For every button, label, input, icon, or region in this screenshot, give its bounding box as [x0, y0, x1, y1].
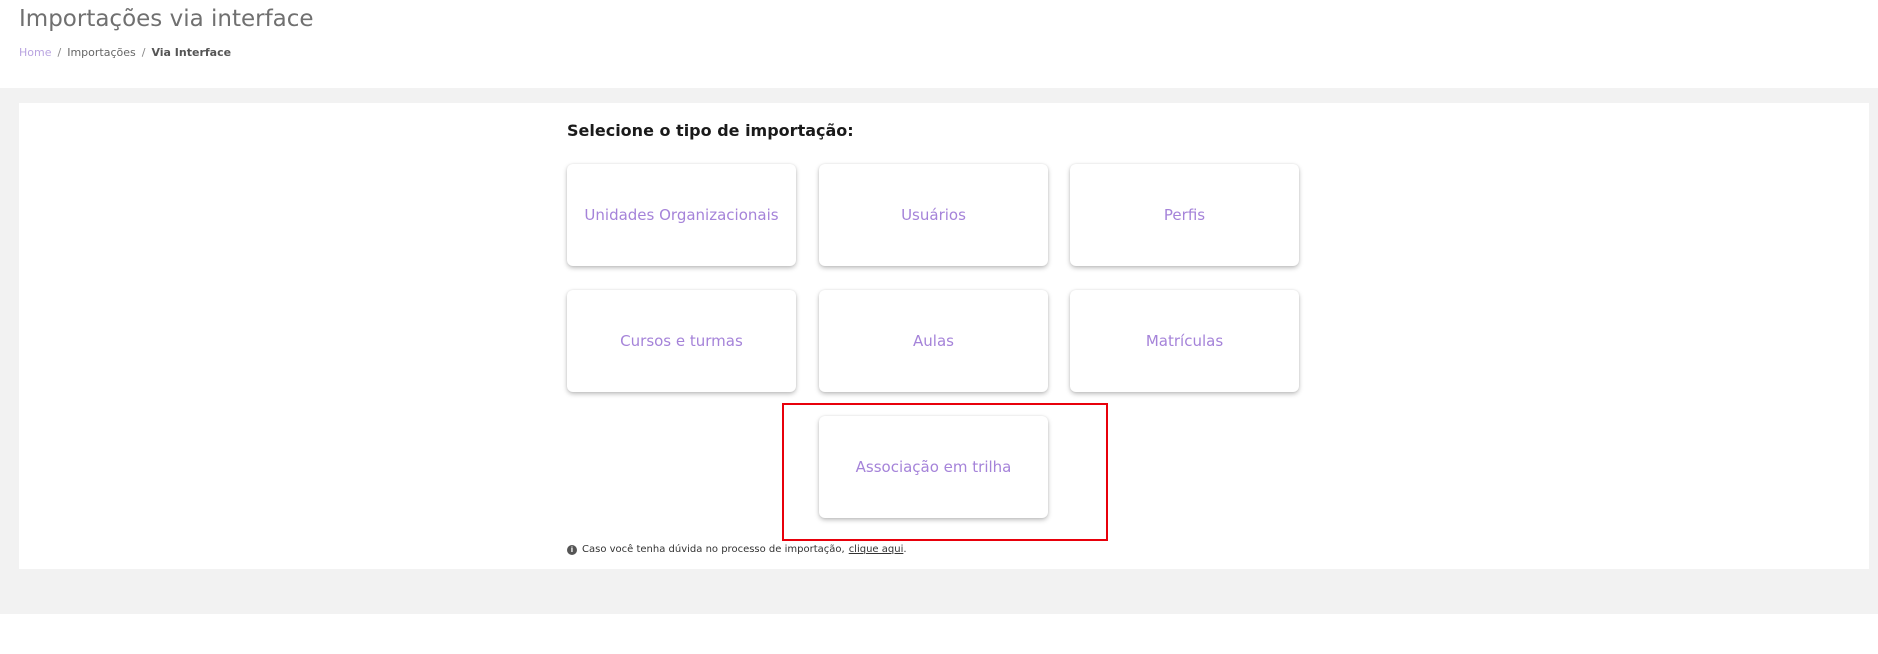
- breadcrumb: Home / Importações / Via Interface: [19, 46, 231, 59]
- import-card-unidades-organizacionais[interactable]: Unidades Organizacionais: [567, 164, 796, 266]
- card-label: Matrículas: [1145, 332, 1224, 350]
- help-text-suffix: .: [903, 544, 907, 555]
- section-title: Selecione o tipo de importação:: [567, 121, 854, 140]
- import-card-perfis[interactable]: Perfis: [1070, 164, 1299, 266]
- help-text-label: Caso você tenha dúvida no processo de im…: [582, 544, 845, 555]
- card-label: Aulas: [913, 332, 954, 350]
- info-icon: i: [567, 544, 577, 555]
- import-card-usuarios[interactable]: Usuários: [819, 164, 1048, 266]
- import-card-matriculas[interactable]: Matrículas: [1070, 290, 1299, 392]
- breadcrumb-separator: /: [141, 46, 146, 59]
- page-title: Importações via interface: [19, 6, 314, 32]
- breadcrumb-home-link[interactable]: Home: [19, 46, 51, 59]
- breadcrumb-importacoes-link[interactable]: Importações: [67, 46, 136, 59]
- card-label: Cursos e turmas: [620, 332, 743, 350]
- breadcrumb-current: Via Interface: [151, 46, 232, 59]
- help-text: i Caso você tenha dúvida no processo de …: [567, 544, 907, 555]
- import-card-cursos-e-turmas[interactable]: Cursos e turmas: [567, 290, 796, 392]
- card-label: Perfis: [1163, 206, 1206, 224]
- breadcrumb-separator: /: [57, 46, 62, 59]
- import-card-associacao-em-trilha[interactable]: Associação em trilha: [819, 416, 1048, 518]
- card-label: Usuários: [901, 206, 966, 224]
- import-card-aulas[interactable]: Aulas: [819, 290, 1048, 392]
- help-link[interactable]: clique aqui: [849, 544, 904, 555]
- page-header: Importações via interface Home / Importa…: [0, 0, 1878, 88]
- card-label: Associação em trilha: [855, 458, 1012, 476]
- card-label: Unidades Organizacionais: [584, 206, 779, 224]
